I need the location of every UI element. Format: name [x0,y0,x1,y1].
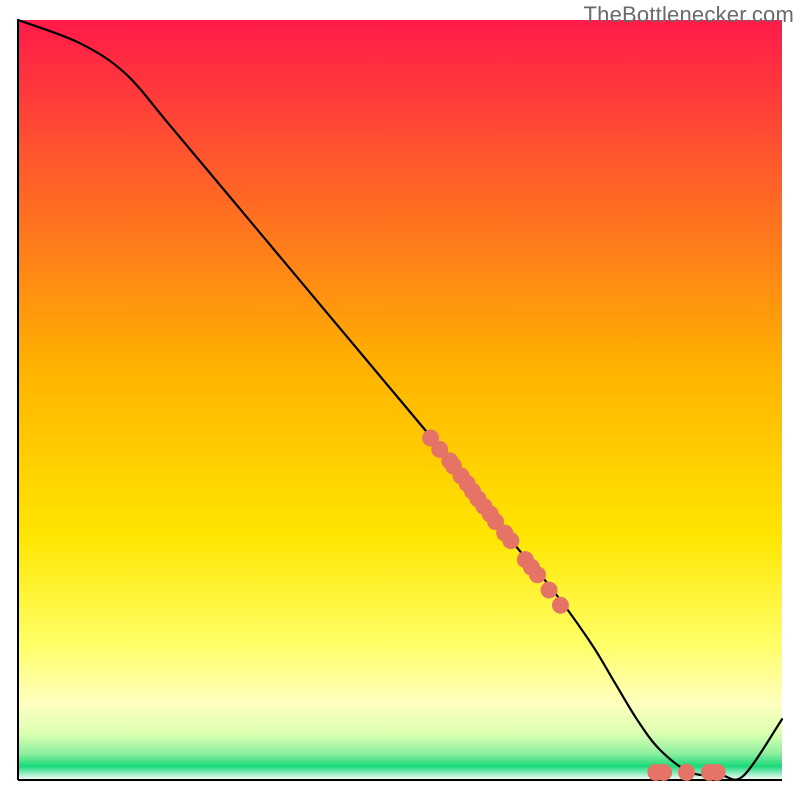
data-point [529,566,546,583]
watermark-text: TheBottlenecker.com [584,2,794,28]
data-point [678,764,695,781]
data-point [655,764,672,781]
data-point [541,582,558,599]
chart-stage: TheBottlenecker.com [0,0,800,800]
bottleneck-chart [0,0,800,800]
data-point [709,764,726,781]
data-point [502,532,519,549]
data-point [552,597,569,614]
